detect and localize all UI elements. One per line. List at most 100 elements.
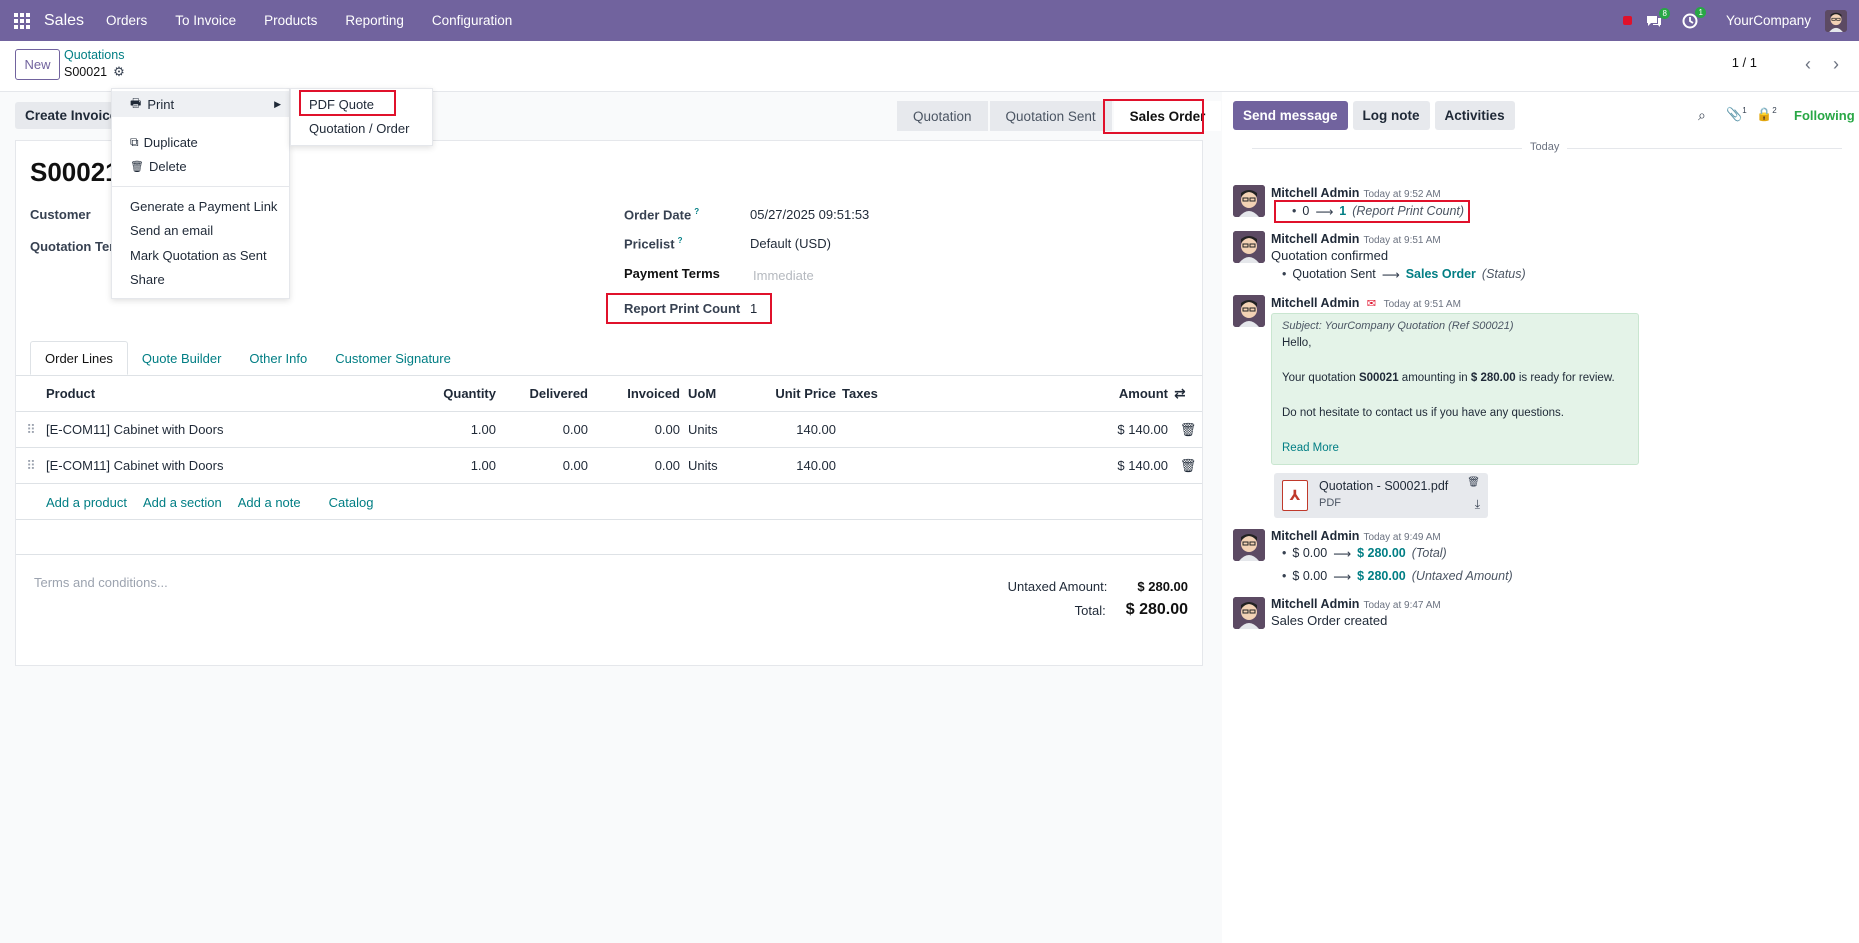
attachments-paperclip-icon[interactable]: 📎1	[1726, 106, 1747, 122]
print-icon: 🖶	[130, 95, 142, 110]
search-icon[interactable]: ⌕	[1698, 107, 1706, 124]
attachment-card[interactable]: ⅄ Quotation - S00021.pdf PDF 🗑 ⤓	[1274, 473, 1488, 518]
pricelist-field[interactable]: Default (USD)	[750, 236, 831, 251]
following-button[interactable]: Following	[1794, 108, 1855, 123]
user-avatar[interactable]	[1825, 9, 1847, 32]
row-product[interactable]: [E-COM11] Cabinet with Doors	[46, 411, 416, 448]
activities-button[interactable]: Activities	[1434, 101, 1515, 130]
col-uom[interactable]: UoM	[686, 375, 746, 412]
messages-icon[interactable]: 8	[1646, 7, 1670, 28]
order-date-tooltip[interactable]: ?	[694, 207, 699, 216]
row-product[interactable]: [E-COM11] Cabinet with Doors	[46, 447, 416, 484]
drag-handle-icon[interactable]: ⠿	[16, 411, 46, 448]
tracking-old-value: Quotation Sent	[1292, 267, 1376, 281]
pager-value[interactable]: 1 / 1	[1732, 55, 1757, 70]
author-name[interactable]: Mitchell Admin	[1271, 529, 1359, 543]
company-switcher[interactable]: YourCompany	[1726, 13, 1811, 28]
recording-icon[interactable]	[1622, 16, 1632, 25]
avatar[interactable]	[1233, 597, 1265, 629]
col-unit-price[interactable]: Unit Price	[746, 375, 842, 412]
attachment-name[interactable]: Quotation - S00021.pdf	[1319, 479, 1448, 493]
menu-item-print[interactable]: 🖶 Print ▶	[112, 91, 289, 117]
add-section-link[interactable]: Add a section	[143, 495, 222, 510]
add-product-link[interactable]: Add a product	[46, 495, 127, 510]
author-name[interactable]: Mitchell Admin	[1271, 186, 1359, 200]
col-taxes[interactable]: Taxes	[842, 375, 1022, 412]
avatar[interactable]	[1233, 231, 1265, 263]
avatar[interactable]	[1233, 185, 1265, 217]
order-date-field[interactable]: 05/27/2025 09:51:53	[750, 207, 869, 222]
author-name[interactable]: Mitchell Admin	[1271, 296, 1359, 310]
row-uom[interactable]: Units	[686, 411, 746, 448]
row-unit-price[interactable]: 140.00	[746, 447, 842, 484]
add-note-link[interactable]: Add a note	[238, 495, 301, 510]
tab-order-lines[interactable]: Order Lines	[30, 341, 128, 375]
drag-handle-icon[interactable]: ⠿	[16, 447, 46, 484]
menu-item-duplicate[interactable]: ⧉ Duplicate	[130, 130, 198, 154]
new-button[interactable]: New	[15, 49, 60, 80]
attachment-download-icon[interactable]: ⤓	[1475, 497, 1480, 512]
table-header-row: Product Quantity Delivered Invoiced UoM …	[16, 375, 1202, 412]
menu-item-delete[interactable]: 🗑 Delete	[130, 154, 187, 178]
menu-reporting[interactable]: Reporting	[345, 13, 404, 28]
menu-item-send-email[interactable]: Send an email	[130, 218, 213, 242]
row-delivered[interactable]: 0.00	[502, 447, 594, 484]
avatar[interactable]	[1233, 529, 1265, 561]
stage-quotation-sent[interactable]: Quotation Sent	[989, 101, 1112, 131]
tab-customer-signature[interactable]: Customer Signature	[321, 341, 465, 375]
avatar[interactable]	[1233, 295, 1265, 327]
author-name[interactable]: Mitchell Admin	[1271, 232, 1359, 246]
email-amount: $ 280.00	[1470, 372, 1516, 384]
table-row[interactable]: ⠿ [E-COM11] Cabinet with Doors 1.00 0.00…	[16, 411, 1202, 448]
payment-terms-field[interactable]: Immediate	[753, 268, 814, 283]
app-name[interactable]: Sales	[44, 12, 84, 30]
menu-configuration[interactable]: Configuration	[432, 13, 512, 28]
author-name[interactable]: Mitchell Admin	[1271, 597, 1359, 611]
stage-quotation[interactable]: Quotation	[897, 101, 988, 131]
col-quantity[interactable]: Quantity	[416, 375, 502, 412]
log-note-button[interactable]: Log note	[1352, 101, 1430, 130]
menu-to-invoice[interactable]: To Invoice	[175, 13, 236, 28]
apps-menu-icon[interactable]	[0, 0, 44, 41]
row-taxes[interactable]	[842, 447, 1022, 484]
col-product[interactable]: Product	[46, 375, 416, 412]
attachment-delete-icon[interactable]: 🗑	[1467, 477, 1480, 488]
lines-separator-2	[16, 554, 1202, 555]
pager-previous-icon[interactable]: ‹	[1795, 51, 1821, 77]
pricelist-tooltip[interactable]: ?	[678, 236, 683, 245]
message-author: Mitchell Admin Today at 9:52 AM	[1271, 186, 1441, 200]
table-row[interactable]: ⠿ [E-COM11] Cabinet with Doors 1.00 0.00…	[16, 447, 1202, 484]
row-uom[interactable]: Units	[686, 447, 746, 484]
col-amount[interactable]: Amount	[1022, 375, 1174, 412]
delete-row-icon[interactable]: 🗑	[1174, 447, 1202, 484]
optional-columns-icon[interactable]: ⇄	[1174, 385, 1186, 401]
menu-orders[interactable]: Orders	[106, 13, 147, 28]
row-quantity[interactable]: 1.00	[416, 411, 502, 448]
tab-quote-builder[interactable]: Quote Builder	[128, 341, 236, 375]
gear-icon[interactable]: ⚙	[113, 64, 125, 80]
row-quantity[interactable]: 1.00	[416, 447, 502, 484]
col-delivered[interactable]: Delivered	[502, 375, 594, 412]
row-unit-price[interactable]: 140.00	[746, 411, 842, 448]
breadcrumb-quotations[interactable]: Quotations	[64, 48, 124, 62]
activities-clock-icon[interactable]: 1	[1682, 6, 1706, 29]
menu-item-payment-link[interactable]: Generate a Payment Link	[130, 194, 277, 218]
read-more-link[interactable]: Read More	[1282, 442, 1339, 454]
catalog-link[interactable]: Catalog	[329, 495, 374, 510]
col-invoiced[interactable]: Invoiced	[594, 375, 686, 412]
menu-item-mark-sent[interactable]: Mark Quotation as Sent	[130, 243, 267, 267]
delete-row-icon[interactable]: 🗑	[1174, 411, 1202, 448]
followers-lock-icon[interactable]: 🔒2	[1756, 106, 1777, 122]
pager-next-icon[interactable]: ›	[1823, 51, 1849, 77]
menu-products[interactable]: Products	[264, 13, 317, 28]
menu-item-share[interactable]: Share	[130, 267, 165, 291]
tab-other-info[interactable]: Other Info	[235, 341, 321, 375]
menu-item-quotation-order[interactable]: Quotation / Order	[309, 116, 409, 140]
email-bubble: Subject: YourCompany Quotation (Ref S000…	[1271, 313, 1639, 465]
row-delivered[interactable]: 0.00	[502, 411, 594, 448]
send-message-button[interactable]: Send message	[1233, 101, 1348, 130]
order-date-label: Order Date?	[624, 207, 699, 222]
row-taxes[interactable]	[842, 411, 1022, 448]
email-text-a: Your quotation	[1282, 372, 1359, 384]
terms-field[interactable]: Terms and conditions...	[34, 575, 168, 590]
